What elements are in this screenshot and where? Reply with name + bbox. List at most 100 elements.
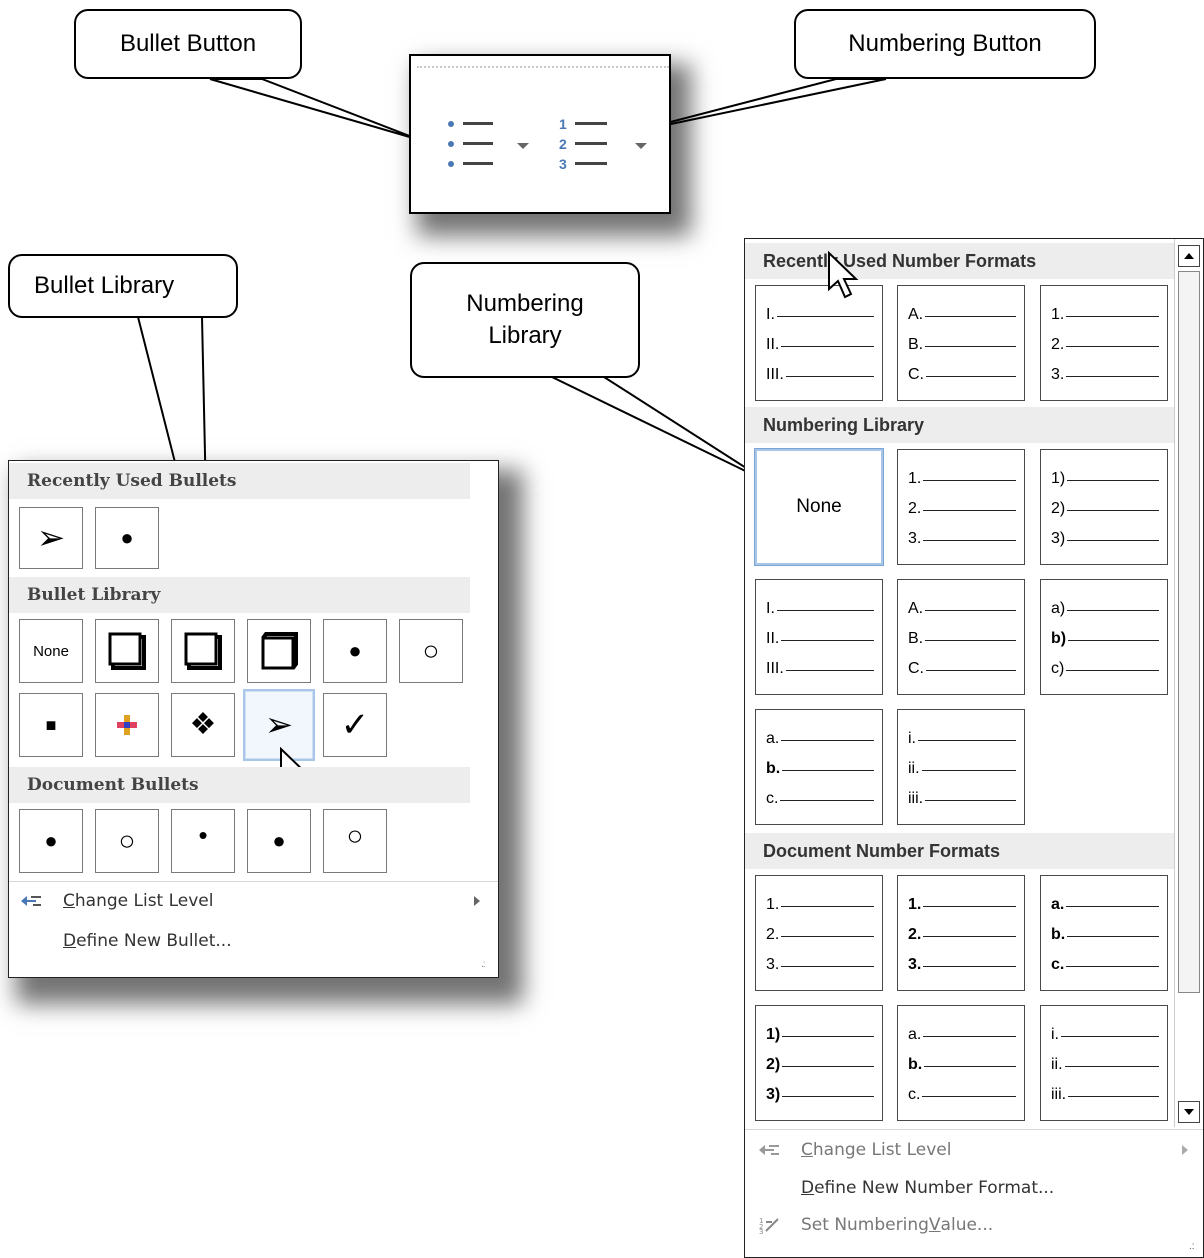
number-label: 3. [908, 530, 922, 547]
callout-numbering-button: Numbering Button [794, 9, 1096, 79]
number-label: C. [908, 660, 924, 677]
number-label: a) [1051, 600, 1066, 617]
number-format-arabic-period[interactable]: 1. 2. 3. [1040, 285, 1168, 401]
number-label: III. [766, 366, 784, 383]
bullet-option-square[interactable]: ■ [19, 693, 83, 757]
bullet-option-shadow-box-2[interactable] [171, 619, 235, 683]
number-label: B. [908, 630, 924, 647]
bullet-option-hollow-circle[interactable]: ○ [399, 619, 463, 683]
resize-grip-icon[interactable]: .: [481, 959, 485, 970]
number-label: 1. [908, 470, 922, 487]
number-format-alpha-upper[interactable]: A. B. C. [897, 579, 1025, 695]
change-list-level-menu-item[interactable]: Change List Level [759, 1135, 1199, 1165]
change-level-accel: C [63, 891, 75, 911]
set-value-label-pre: Set Numbering [801, 1215, 929, 1235]
document-number-formats-heading: Document Number Formats [745, 833, 1175, 869]
numbering-dropdown-arrow[interactable] [631, 138, 651, 154]
number-format-alpha-lower-period[interactable]: a. b. c. [755, 709, 883, 825]
none-label: None [796, 496, 842, 517]
scroll-up-button[interactable] [1178, 245, 1200, 267]
submenu-arrow-icon [474, 896, 480, 906]
number-format-roman-upper[interactable]: I. II. III. [755, 285, 883, 401]
define-new-bullet-menu-item[interactable]: Define New Bullet... [63, 927, 363, 955]
bullet-library-heading: Bullet Library [9, 577, 470, 613]
bullet-library-panel: Recently Used Bullets ➢ ● Bullet Library… [8, 460, 499, 978]
bullet-option-shadow-box[interactable] [95, 619, 159, 683]
number-format-roman-lower[interactable]: i. ii. iii. [897, 709, 1025, 825]
number-label: b. [1051, 926, 1066, 943]
checkmark-icon: ✓ [340, 706, 370, 744]
number-label: C. [908, 366, 924, 383]
set-value-label-rest: alue... [940, 1215, 994, 1235]
menu-separator [9, 881, 498, 882]
menu-separator [745, 1129, 1203, 1130]
numbering-icon-line [575, 162, 607, 165]
number-label: 1. [908, 896, 922, 913]
document-bullet-option[interactable]: ○ [95, 809, 159, 873]
number-label: ii. [1051, 1056, 1063, 1073]
bullet-option-filled-circle[interactable]: ● [323, 619, 387, 683]
document-bullet-option[interactable]: ○ [323, 809, 387, 873]
number-label: iii. [908, 790, 924, 807]
define-number-label: efine New Number Format... [814, 1178, 1055, 1198]
hollow-circle-icon: ○ [118, 825, 136, 856]
document-bullet-option[interactable]: ● [247, 809, 311, 873]
document-number-format[interactable]: a. b. c. [897, 1005, 1025, 1121]
numbering-library-heading: Numbering Library [745, 407, 1175, 443]
numbering-icon-num-1: 1 [559, 116, 567, 132]
filled-circle-icon: ● [44, 828, 58, 853]
number-label: 2. [766, 926, 780, 943]
scroll-thumb[interactable] [1178, 271, 1200, 993]
numbering-button[interactable]: 1 2 3 [559, 114, 619, 178]
recently-used-bullets-heading: Recently Used Bullets [9, 463, 470, 499]
bullet-option-none[interactable]: None [19, 619, 83, 683]
change-list-level-menu-item[interactable]: Change List Level [21, 887, 491, 915]
number-label: 3. [1051, 366, 1065, 383]
number-format-arabic-paren[interactable]: 1) 2) 3) [1040, 449, 1168, 565]
number-label: b. [908, 1056, 923, 1073]
set-value-icon: 1 2 3 [759, 1217, 779, 1234]
scroll-down-button[interactable] [1178, 1101, 1200, 1123]
gallery-scrollbar[interactable] [1174, 239, 1203, 1127]
define-new-number-format-menu-item[interactable]: Define New Number Format... [801, 1173, 1181, 1203]
numbering-icon-num-3: 3 [559, 156, 567, 172]
document-bullet-option[interactable]: • [171, 809, 235, 873]
number-format-none[interactable]: None [754, 448, 884, 566]
bullet-option-3d-box[interactable] [247, 619, 311, 683]
resize-grip-icon[interactable]: .: [1189, 1241, 1195, 1252]
square-bullet-icon: ■ [45, 715, 57, 735]
document-number-format[interactable]: 1) 2) 3) [755, 1005, 883, 1121]
bullet-option-checkmark[interactable]: ✓ [323, 693, 387, 757]
recently-used-number-formats-heading: Recently Used Number Formats [745, 243, 1175, 279]
shadowed-square-icon [108, 632, 146, 670]
bullets-dropdown-arrow[interactable] [513, 138, 533, 154]
document-number-format[interactable]: 1. 2. 3. [897, 875, 1025, 991]
callout-numbering-library: Numbering Library [410, 262, 640, 378]
number-label: 2) [766, 1056, 781, 1073]
number-format-alpha-upper[interactable]: A. B. C. [897, 285, 1025, 401]
number-label: 1) [1051, 470, 1066, 487]
bullet-option-colored-cross[interactable] [95, 693, 159, 757]
number-format-roman-upper[interactable]: I. II. III. [755, 579, 883, 695]
numbering-icon-line [575, 142, 607, 145]
document-bullets-heading: Document Bullets [9, 767, 470, 803]
colored-cross-icon [117, 715, 137, 735]
number-label: 3. [908, 956, 922, 973]
document-bullet-option[interactable]: ● [19, 809, 83, 873]
bullet-option-dot[interactable]: ● [95, 507, 159, 569]
document-number-format[interactable]: 1. 2. 3. [755, 875, 883, 991]
bullet-option-arrowhead[interactable]: ➢ [19, 507, 83, 569]
number-format-arabic-period[interactable]: 1. 2. 3. [897, 449, 1025, 565]
svg-text:3: 3 [759, 1228, 763, 1234]
number-label: 3) [1051, 530, 1066, 547]
change-level-icon [21, 896, 41, 906]
callout-numbering-library-line1: Numbering [466, 289, 584, 317]
set-numbering-value-menu-item[interactable]: 1 2 3 Set Numbering Value... [759, 1210, 1139, 1240]
number-label: II. [766, 336, 780, 353]
document-number-format[interactable]: i. ii. iii. [1040, 1005, 1168, 1121]
document-number-format[interactable]: a. b. c. [1040, 875, 1168, 991]
number-format-alpha-lower-paren[interactable]: a) b) c) [1040, 579, 1168, 695]
small-dot-icon: • [198, 820, 208, 850]
number-label: 3) [766, 1086, 781, 1103]
bullet-option-diamonds[interactable]: ❖ [171, 693, 235, 757]
